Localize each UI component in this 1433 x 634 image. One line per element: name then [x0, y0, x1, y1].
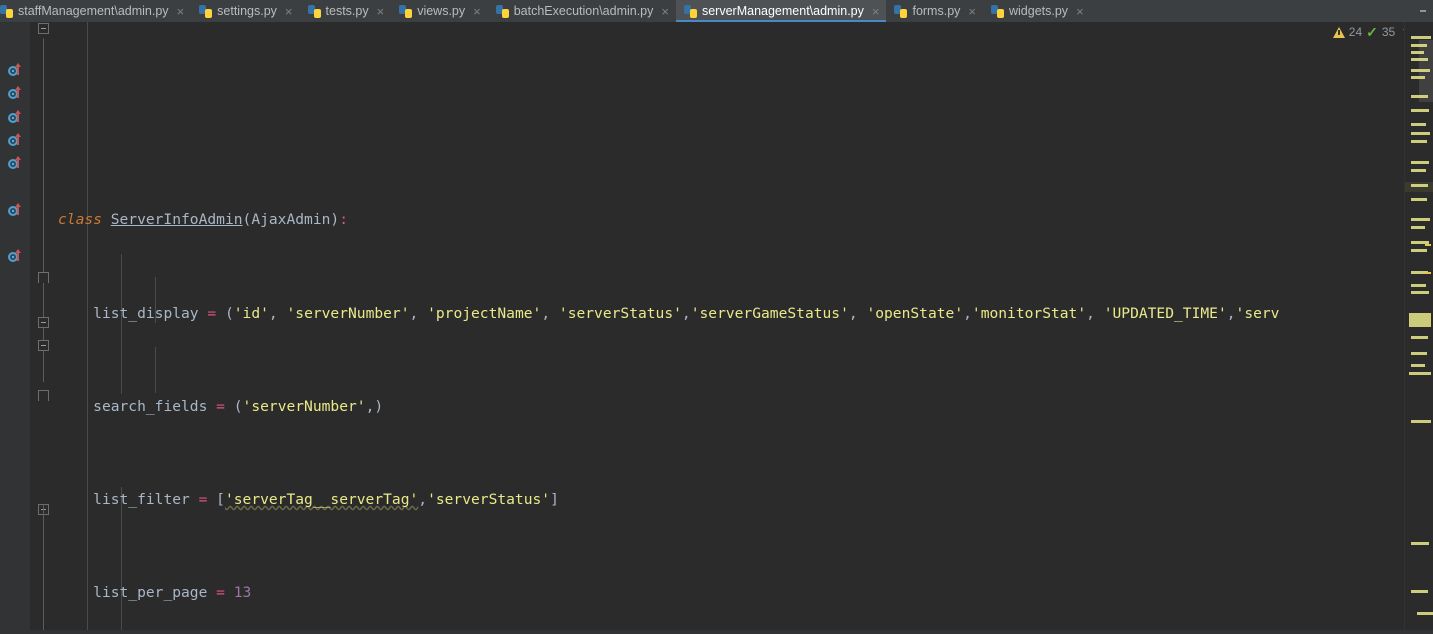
close-icon[interactable]: ×	[282, 5, 293, 18]
python-file-icon	[495, 4, 509, 18]
editor-gutter[interactable]	[0, 22, 30, 634]
editor-minimap-scrollbar[interactable]	[1404, 22, 1433, 634]
close-icon[interactable]: ×	[174, 5, 185, 18]
overridden-member-icon[interactable]	[8, 156, 24, 172]
close-icon[interactable]: ×	[1073, 5, 1084, 18]
editor-tab-widgets[interactable]: widgets.py ×	[983, 0, 1091, 22]
overridden-member-icon[interactable]	[8, 63, 24, 79]
code-line[interactable]: class ServerInfoAdmin(AjaxAdmin):	[58, 208, 1405, 231]
python-file-icon	[399, 4, 413, 18]
python-file-icon	[307, 4, 321, 18]
code-editor[interactable]: class ServerInfoAdmin(AjaxAdmin): list_d…	[0, 22, 1433, 634]
code-fold-icon[interactable]	[38, 272, 49, 283]
tab-label: serverManagement\admin.py	[701, 4, 864, 18]
overridden-member-icon[interactable]	[8, 203, 24, 219]
overridden-member-icon[interactable]	[8, 86, 24, 102]
warning-triangle-icon	[1332, 26, 1345, 38]
code-folding-rail[interactable]	[30, 22, 58, 634]
editor-tab-bar: staffManagement\admin.py × settings.py ×…	[0, 0, 1433, 22]
code-fold-icon[interactable]	[38, 340, 49, 351]
tab-label: staffManagement\admin.py	[18, 4, 169, 18]
close-icon[interactable]: ×	[658, 5, 669, 18]
green-check-icon: ✓	[1366, 24, 1378, 40]
tab-label: settings.py	[217, 4, 277, 18]
code-fold-icon[interactable]	[38, 390, 49, 401]
editor-tab-staffmanagement-admin[interactable]: staffManagement\admin.py ×	[0, 0, 191, 22]
code-line[interactable]: list_per_page = 13	[58, 581, 1405, 604]
python-file-icon	[683, 4, 697, 18]
check-count: 35	[1381, 25, 1396, 39]
python-file-icon	[0, 4, 13, 18]
python-file-icon	[991, 4, 1004, 18]
editor-tab-tests[interactable]: tests.py ×	[300, 0, 392, 22]
editor-tab-views[interactable]: views.py ×	[391, 0, 488, 22]
tab-label: forms.py	[912, 4, 961, 18]
editor-tab-forms[interactable]: forms.py ×	[886, 0, 983, 22]
overridden-member-icon[interactable]	[8, 133, 24, 149]
code-line[interactable]: search_fields = ('serverNumber',)	[58, 395, 1405, 418]
close-icon[interactable]: ×	[869, 5, 880, 18]
code-line[interactable]: list_display = ('id', 'serverNumber', 'p…	[58, 302, 1405, 325]
code-content[interactable]: class ServerInfoAdmin(AjaxAdmin): list_d…	[58, 22, 1405, 634]
tab-label: views.py	[417, 4, 466, 18]
code-line[interactable]: list_filter = ['serverTag__serverTag','s…	[58, 488, 1405, 511]
close-icon[interactable]: ×	[470, 5, 481, 18]
tab-label: widgets.py	[1009, 4, 1069, 18]
editor-tab-servermanagement-admin[interactable]: serverManagement\admin.py ×	[675, 0, 887, 22]
editor-tab-settings[interactable]: settings.py ×	[191, 0, 299, 22]
editor-bottom-edge	[0, 630, 1433, 634]
editor-tab-batchexecution-admin[interactable]: batchExecution\admin.py ×	[488, 0, 676, 22]
python-file-icon	[894, 4, 908, 18]
overridden-member-icon[interactable]	[8, 110, 24, 126]
more-options-icon[interactable]	[1413, 0, 1433, 22]
close-icon[interactable]: ×	[965, 5, 976, 18]
tab-label: batchExecution\admin.py	[513, 4, 654, 18]
python-file-icon	[199, 4, 213, 18]
code-fold-icon[interactable]	[38, 317, 49, 328]
overridden-member-icon[interactable]	[8, 249, 24, 265]
warning-count: 24	[1348, 25, 1363, 39]
code-fold-icon[interactable]	[38, 23, 49, 39]
tab-label: tests.py	[325, 4, 369, 18]
ide-window: staffManagement\admin.py × settings.py ×…	[0, 0, 1433, 634]
close-icon[interactable]: ×	[374, 5, 385, 18]
